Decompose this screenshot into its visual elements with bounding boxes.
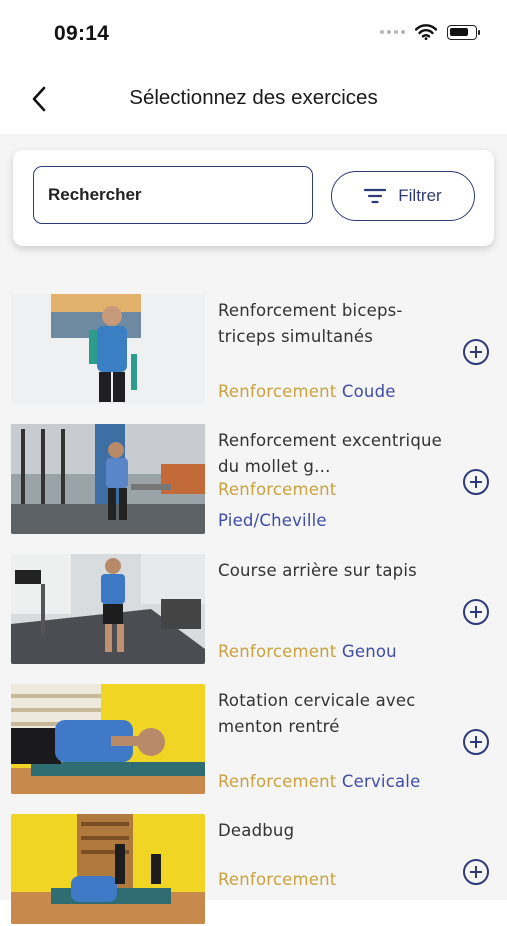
exercise-category: Renforcement	[218, 772, 337, 791]
exercise-thumbnail	[11, 684, 205, 794]
exercise-category: Renforcement	[218, 870, 337, 889]
search-input[interactable]	[33, 166, 313, 224]
content-area: Filtrer Renforcement biceps-t	[0, 134, 507, 924]
battery-icon	[447, 24, 480, 40]
exercise-category: Renforcement	[218, 382, 337, 401]
exercise-tags: Renforcement	[218, 864, 458, 895]
exercise-thumbnail	[11, 294, 205, 404]
exercise-category: Renforcement	[218, 480, 337, 499]
exercise-tags: Renforcement Genou	[218, 636, 458, 667]
search-card: Filtrer	[13, 150, 494, 246]
exercise-row[interactable]: Renforcement excentrique du mollet g… Re…	[0, 424, 507, 536]
page-title: Sélectionnez des exercices	[129, 86, 378, 109]
status-time: 09:14	[54, 22, 110, 45]
exercise-thumbnail	[11, 814, 205, 924]
exercise-tags: Renforcement Pied/Cheville	[218, 474, 458, 536]
exercise-title: Renforcement biceps-triceps simultanés	[218, 301, 403, 346]
plus-circle-icon[interactable]	[463, 339, 489, 365]
exercise-row[interactable]: Course arrière sur tapis Renforcement Ge…	[0, 554, 507, 666]
exercise-title: Rotation cervicale avec menton rentré	[218, 691, 416, 736]
exercise-thumbnail	[11, 424, 205, 534]
exercise-category: Renforcement	[218, 642, 337, 661]
plus-circle-icon[interactable]	[463, 859, 489, 885]
exercise-thumbnail	[11, 554, 205, 664]
exercise-title: Course arrière sur tapis	[218, 561, 417, 580]
filter-button[interactable]: Filtrer	[331, 171, 475, 221]
wifi-icon	[415, 24, 437, 40]
exercise-row[interactable]: Rotation cervicale avec menton rentré Re…	[0, 684, 507, 796]
exercise-tags: Renforcement Coude	[218, 376, 458, 407]
exercise-zone: Genou	[341, 642, 397, 661]
signal-icon	[380, 30, 405, 34]
exercise-title: Renforcement excentrique du mollet g…	[218, 431, 443, 476]
exercise-row[interactable]: Renforcement biceps-triceps simultanés R…	[0, 294, 507, 406]
exercise-zone: Pied/Cheville	[218, 511, 327, 530]
exercise-zone: Coude	[341, 382, 396, 401]
plus-circle-icon[interactable]	[463, 469, 489, 495]
exercise-zone: Cervicale	[341, 772, 421, 791]
filter-label: Filtrer	[398, 186, 442, 205]
exercise-title: Deadbug	[218, 821, 295, 840]
status-bar: 09:14	[0, 0, 507, 64]
exercise-tags: Renforcement Cervicale	[218, 766, 458, 797]
exercise-row[interactable]: Deadbug Renforcement	[0, 814, 507, 926]
status-icons	[380, 24, 480, 40]
filter-icon	[364, 188, 387, 204]
plus-circle-icon[interactable]	[463, 729, 489, 755]
plus-circle-icon[interactable]	[463, 599, 489, 625]
nav-bar: Sélectionnez des exercices	[0, 64, 507, 134]
